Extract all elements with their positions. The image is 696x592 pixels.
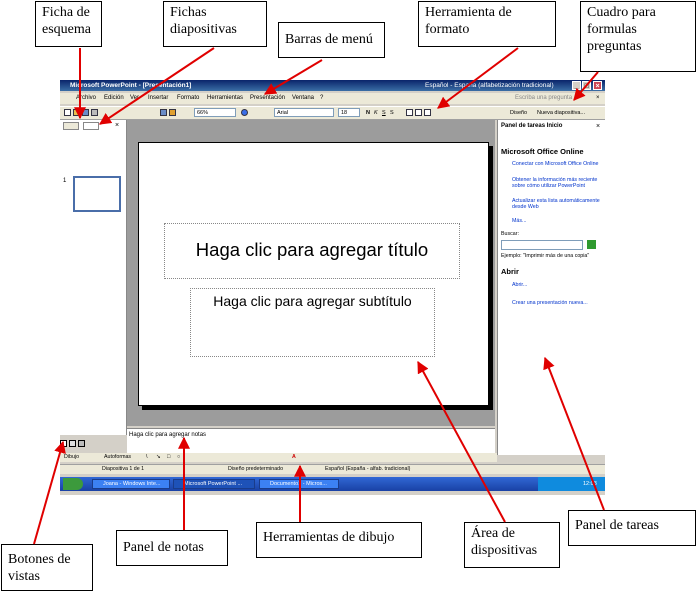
arrow-herramienta-formato	[437, 47, 519, 109]
annotation-arrows	[33, 47, 605, 545]
arrow-barras-menu	[263, 59, 323, 95]
arrow-fichas-diapositivas	[99, 47, 215, 125]
arrow-cuadro-formulas	[573, 71, 599, 101]
arrow-area-diapositivas	[417, 360, 506, 523]
arrow-panel-tareas	[543, 356, 605, 511]
arrow-botones-vistas	[33, 440, 66, 545]
